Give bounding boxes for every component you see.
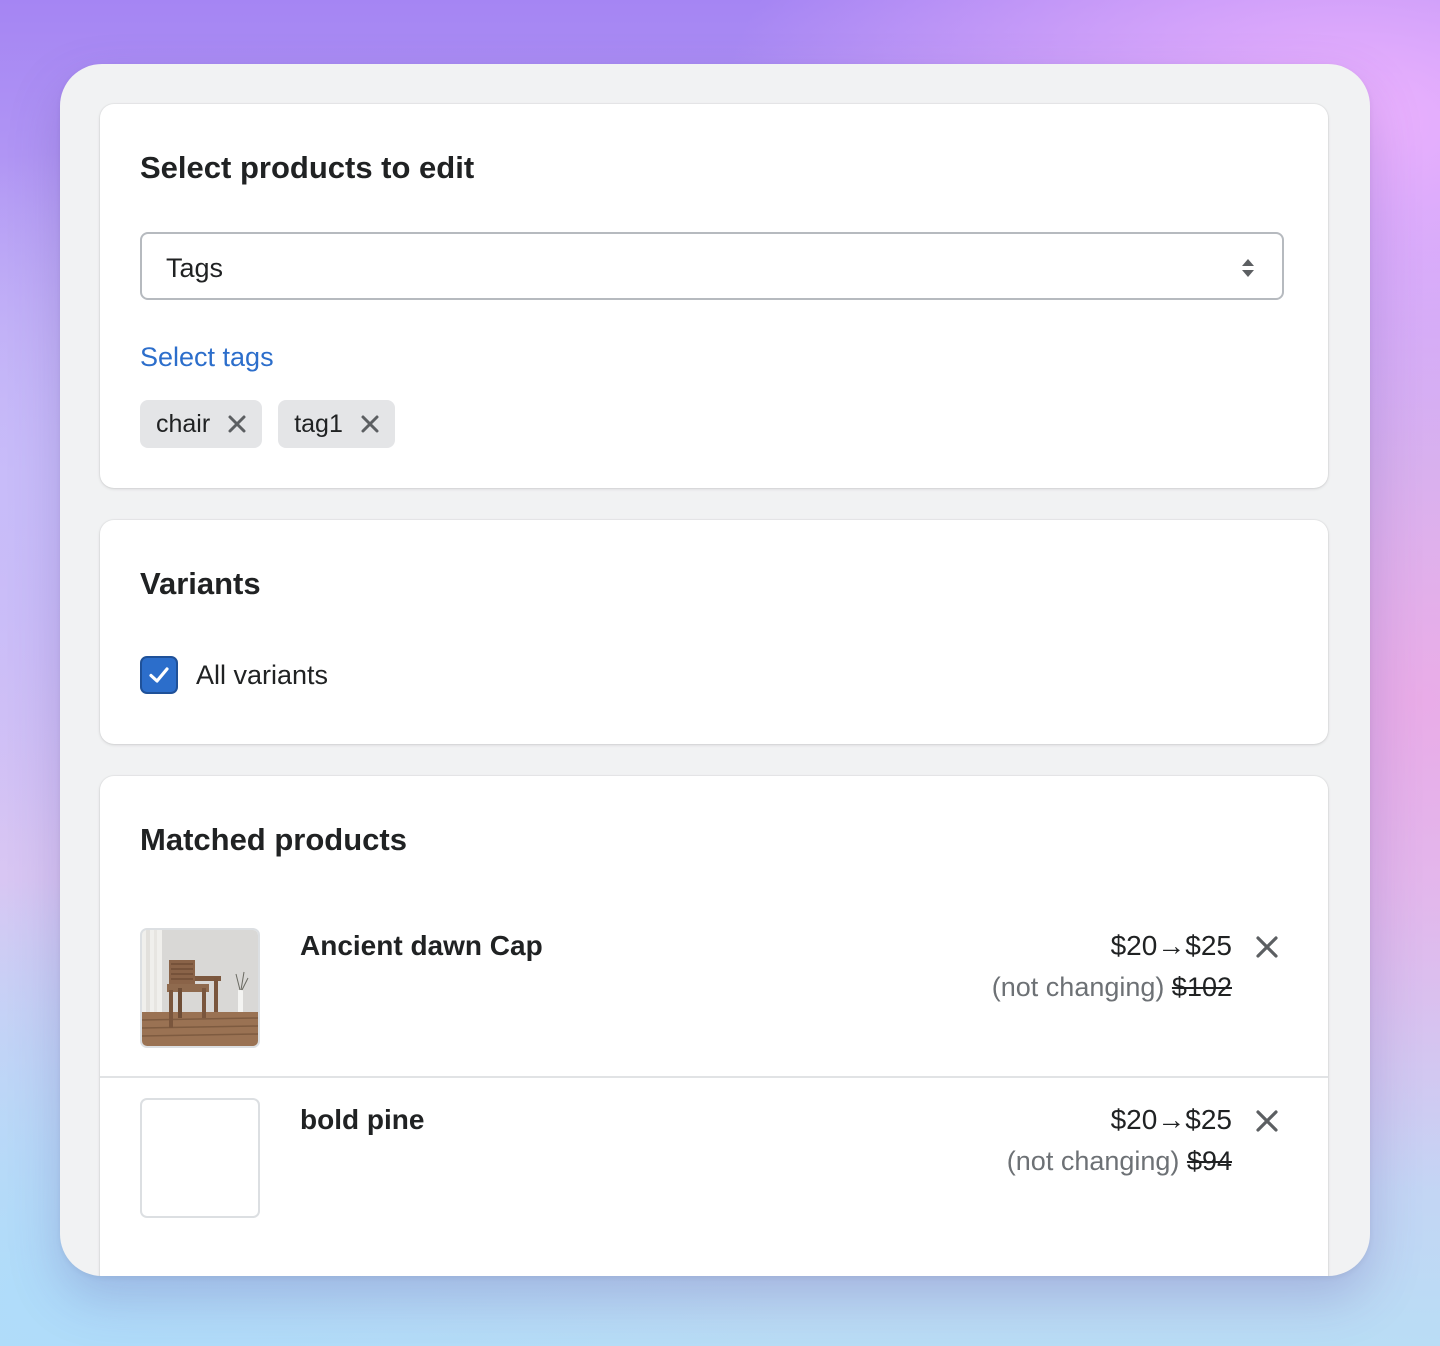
card-title: Variants [140, 566, 261, 601]
product-thumbnail-empty [140, 1098, 260, 1218]
app-frame: Select products to edit Tags Select tags… [60, 64, 1370, 1276]
all-variants-option[interactable]: All variants [140, 656, 328, 694]
select-tags-link[interactable]: Select tags [140, 342, 274, 373]
remove-product-icon[interactable] [1254, 1108, 1280, 1134]
checkmark-icon [149, 667, 169, 683]
select-products-card: Select products to edit Tags Select tags… [100, 104, 1328, 488]
all-variants-checkbox[interactable] [140, 656, 178, 694]
card-title: Matched products [140, 822, 407, 857]
not-changing-note: (not changing) [1006, 1146, 1180, 1176]
product-name: bold pine [300, 1104, 425, 1135]
tag-chip: tag1 [278, 400, 395, 448]
tag-label: tag1 [294, 409, 343, 438]
product-row: bold pine $20→$25 (not changing) $94 [100, 1078, 1328, 1248]
filter-type-select[interactable]: Tags [140, 232, 1284, 300]
product-thumbnail [140, 928, 260, 1048]
old-price: $94 [1186, 1146, 1232, 1176]
not-changing-note: (not changing) [991, 972, 1165, 1002]
variants-card: Variants All variants [100, 520, 1328, 744]
tag-chip: chair [140, 400, 263, 448]
remove-tag-icon[interactable] [226, 413, 248, 435]
product-row: Ancient dawn Cap $20→$25 (not changing) … [100, 906, 1328, 1078]
select-arrows-icon [1242, 259, 1254, 277]
remove-tag-icon[interactable] [359, 413, 381, 435]
product-price-change: $20→$25 [1110, 1104, 1232, 1135]
product-name: Ancient dawn Cap [300, 930, 543, 961]
tag-list: chair tag1 [140, 400, 395, 448]
product-price-change: $20→$25 [1110, 930, 1232, 961]
remove-product-icon[interactable] [1254, 934, 1280, 960]
chair-product-image [142, 930, 258, 1046]
card-title: Select products to edit [140, 150, 475, 185]
old-price: $102 [1171, 972, 1232, 1002]
compare-price: (not changing) $94 [1007, 1146, 1232, 1177]
tag-label: chair [156, 409, 211, 438]
checkbox-label: All variants [196, 659, 329, 690]
matched-products-card: Matched products Ancient dawn Cap $20→$2… [100, 776, 1328, 1276]
select-value: Tags [166, 253, 224, 283]
compare-price: (not changing) $102 [992, 972, 1232, 1003]
